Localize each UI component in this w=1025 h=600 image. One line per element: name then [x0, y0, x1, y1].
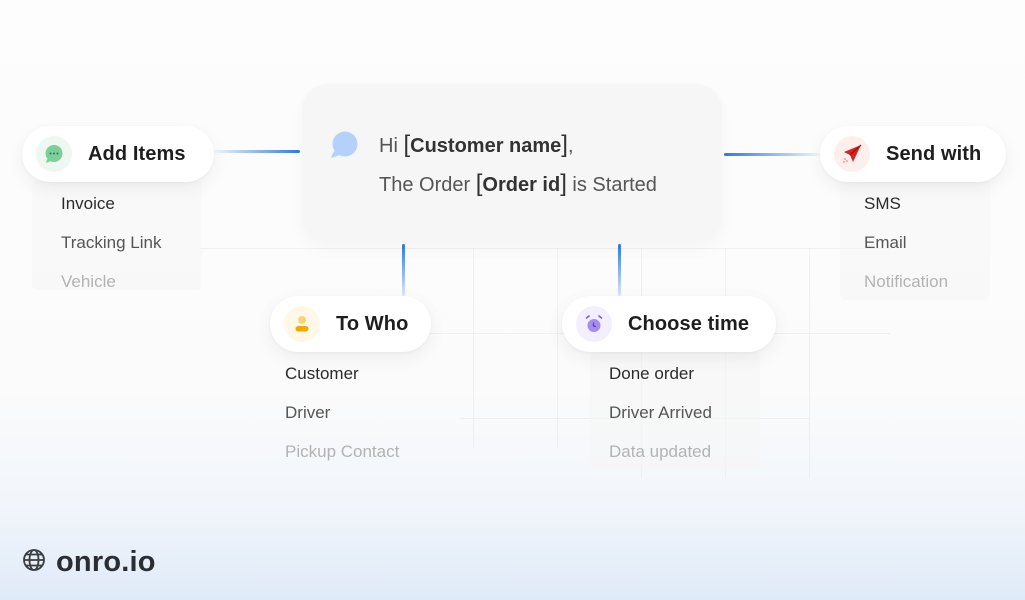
grid-line [557, 248, 558, 448]
list-item[interactable]: Pickup Contact [285, 432, 399, 471]
message-greeting: Hi [379, 135, 398, 157]
message-order-suffix: is Started [572, 174, 657, 196]
add-items-label: Add Items [88, 142, 186, 165]
to-who-label: To Who [336, 312, 409, 335]
list-item[interactable]: SMS [864, 184, 948, 223]
list-item[interactable]: Driver Arrived [609, 393, 712, 432]
grid-line [200, 248, 890, 249]
message-order-prefix: The Order [379, 174, 471, 196]
message-line-1: Hi [Customer name], [379, 131, 574, 158]
list-item[interactable]: Email [864, 223, 948, 262]
send-with-list: SMS Email Notification [864, 184, 948, 301]
choose-time-list: Done order Driver Arrived Data updated [609, 354, 712, 471]
list-item[interactable]: Data updated [609, 432, 712, 471]
list-item[interactable]: Done order [609, 354, 712, 393]
list-item[interactable]: Tracking Link [61, 223, 161, 262]
order-id-placeholder: Order id [482, 174, 561, 196]
list-item[interactable]: Driver [285, 393, 399, 432]
chat-dots-icon [36, 136, 72, 172]
list-item[interactable]: Invoice [61, 184, 161, 223]
grid-line [809, 248, 810, 478]
list-item[interactable]: Customer [285, 354, 399, 393]
alarm-clock-icon [576, 306, 612, 342]
connector-choose-time [618, 244, 621, 296]
connector-to-who [402, 244, 405, 296]
grid-line [473, 248, 474, 448]
list-item[interactable]: Vehicle [61, 262, 161, 301]
add-items-node[interactable]: Add Items [22, 126, 214, 182]
message-template-card: Hi [Customer name], The Order [Order id]… [302, 84, 722, 244]
add-items-list: Invoice Tracking Link Vehicle [61, 184, 161, 301]
globe-icon [22, 548, 46, 577]
to-who-node[interactable]: To Who [270, 296, 431, 352]
send-with-label: Send with [886, 142, 982, 165]
choose-time-node[interactable]: Choose time [562, 296, 776, 352]
paper-plane-icon [834, 136, 870, 172]
to-who-list: Customer Driver Pickup Contact [285, 354, 399, 471]
brand-name: onro.io [56, 546, 156, 578]
send-with-node[interactable]: Send with [820, 126, 1006, 182]
choose-time-label: Choose time [628, 312, 750, 335]
message-line-2: The Order [Order id] is Started [379, 170, 657, 197]
chat-bubble-icon [330, 131, 358, 164]
user-icon [284, 306, 320, 342]
message-punctuation: , [567, 135, 574, 157]
customer-name-placeholder: Customer name [410, 135, 562, 157]
brand: onro.io [22, 546, 156, 579]
list-item[interactable]: Notification [864, 262, 948, 301]
connector-add-items [214, 150, 300, 153]
connector-send-with [724, 153, 820, 156]
